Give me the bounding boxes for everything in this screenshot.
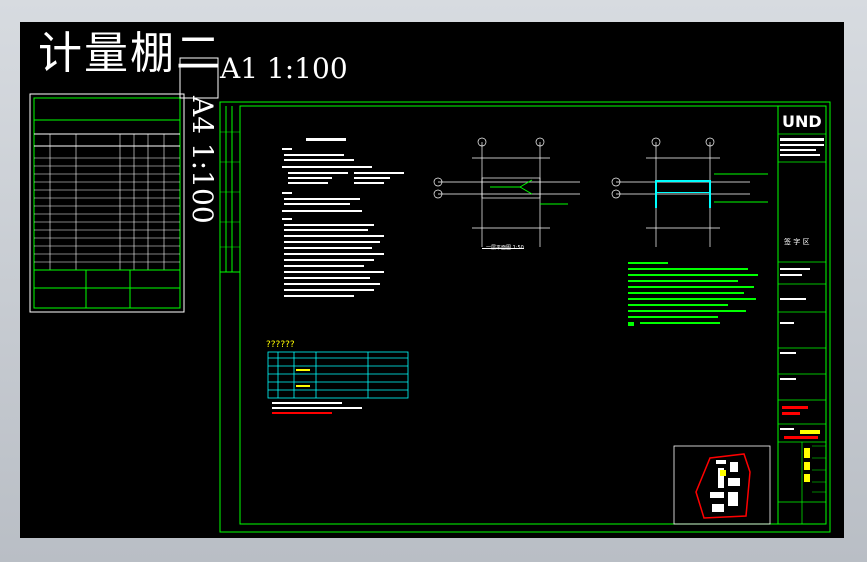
scale-a1-label: A1 1:100: [220, 52, 348, 85]
plan-label: 一层平面图 1:50: [486, 245, 524, 251]
table-title: ??????: [266, 340, 295, 350]
svg-text:UND: UND: [782, 112, 822, 131]
drawing-title: 计量棚二: [38, 28, 222, 79]
viewer-window: UND 签 字 区 计量棚二 A1 1:100 A4 1:100 ?????? …: [0, 0, 867, 562]
cad-drawing-canvas[interactable]: UND 签 字 区 计量棚二 A1 1:100 A4 1:100 ?????? …: [20, 22, 844, 538]
drawing-geometry: UND 签 字 区: [29, 57, 831, 533]
scale-a4-label: A4 1:100: [186, 96, 219, 224]
svg-text:签 字 区: 签 字 区: [784, 237, 809, 246]
